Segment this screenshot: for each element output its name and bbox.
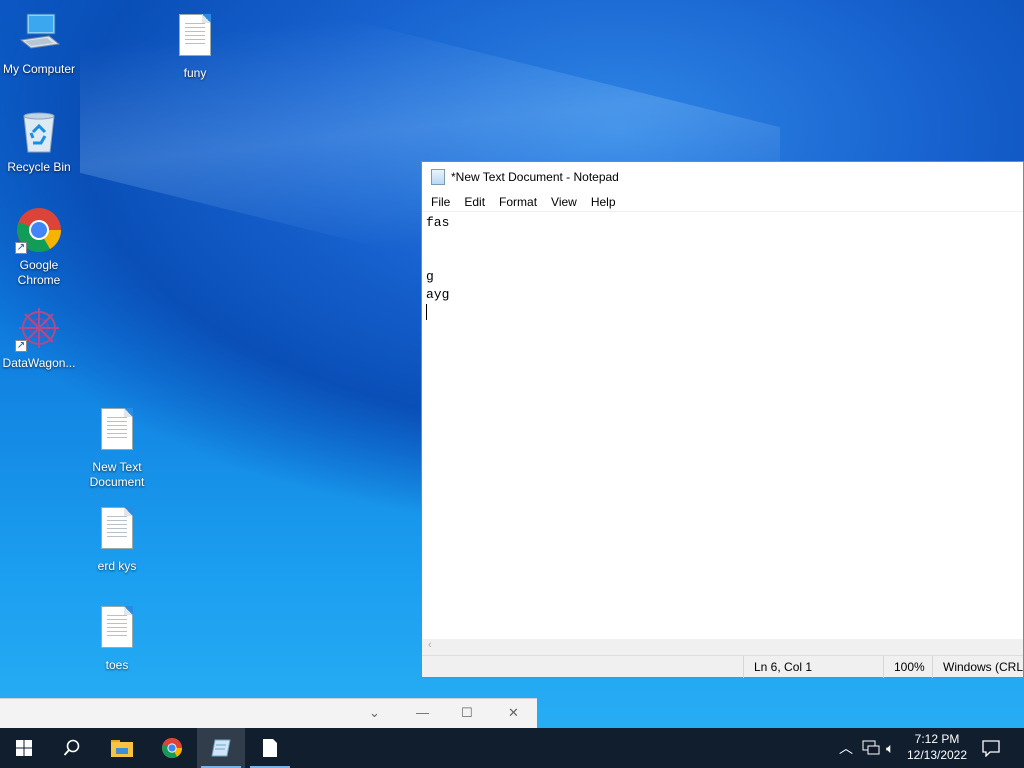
text-line: g	[426, 269, 434, 284]
maximize-icon[interactable]: ☐	[461, 705, 473, 721]
desktop-icon-my-computer[interactable]: My Computer	[0, 10, 78, 77]
desktop-icon-label: funy	[183, 66, 207, 80]
desktop-icon-label: My Computer	[2, 62, 76, 76]
computer-icon	[15, 10, 63, 58]
status-zoom: 100%	[883, 656, 933, 678]
background-window-titlebar[interactable]: ⌄ — ☐ ✕	[0, 698, 537, 728]
desktop-icon-label: erd kys	[97, 559, 137, 573]
start-icon	[16, 740, 32, 756]
volume-icon[interactable]: 🔈︎	[886, 728, 894, 768]
menu-file[interactable]: File	[424, 195, 457, 209]
desktop-icon-datawagon[interactable]: ↗ DataWagon...	[0, 304, 78, 371]
menu-bar: File Edit Format View Help	[422, 192, 1023, 212]
close-icon[interactable]: ✕	[508, 705, 519, 721]
start-button[interactable]	[0, 728, 48, 768]
text-line: fas	[426, 215, 450, 230]
minimize-icon[interactable]: —	[416, 705, 429, 720]
search-button[interactable]	[48, 728, 96, 768]
taskbar-text-document[interactable]	[246, 728, 294, 768]
text-caret	[426, 304, 427, 320]
taskbar-file-explorer[interactable]	[98, 728, 146, 768]
chevron-down-icon[interactable]: ⌄	[369, 705, 380, 721]
scroll-left-icon[interactable]: ‹	[428, 639, 432, 651]
chrome-icon	[161, 737, 183, 759]
menu-edit[interactable]: Edit	[457, 195, 492, 209]
notepad-icon	[211, 739, 231, 757]
notepad-window[interactable]: *New Text Document - Notepad File Edit F…	[421, 161, 1024, 678]
text-line	[426, 250, 1023, 268]
taskbar-chrome[interactable]	[148, 728, 196, 768]
text-line	[426, 232, 1023, 250]
notepad-title-bar[interactable]: *New Text Document - Notepad	[422, 162, 1023, 192]
notepad-icon	[431, 169, 445, 185]
shortcut-arrow-icon: ↗	[15, 340, 27, 352]
clock-time: 7:12 PM	[914, 732, 960, 746]
taskbar: ︿ 🔈︎ 7:12 PM 12/13/2022	[0, 728, 1024, 768]
window-title: *New Text Document - Notepad	[451, 170, 619, 184]
desktop-icon-funy[interactable]: funy	[156, 10, 234, 81]
status-line-ending: Windows (CRLF	[932, 656, 1024, 678]
desktop-icon-label: Google Chrome	[17, 258, 61, 287]
datawagon-icon: ↗	[15, 304, 63, 352]
chrome-icon: ↗	[15, 206, 63, 254]
menu-help[interactable]: Help	[584, 195, 623, 209]
text-cursor-line	[426, 304, 1023, 323]
status-bar: Ln 6, Col 1 100% Windows (CRLF	[422, 655, 1024, 678]
file-explorer-icon	[111, 740, 133, 757]
desktop-icon-recycle-bin[interactable]: Recycle Bin	[0, 108, 78, 175]
taskbar-notepad[interactable]	[197, 728, 245, 768]
desktop-icon-label: Recycle Bin	[7, 160, 71, 174]
text-file-icon	[93, 606, 141, 654]
desktop-icon-toes[interactable]: toes	[78, 602, 156, 673]
clock-date: 12/13/2022	[906, 748, 968, 762]
menu-view[interactable]: View	[544, 195, 584, 209]
search-icon	[63, 739, 80, 756]
text-line: ayg	[426, 287, 450, 302]
text-file-icon	[263, 739, 277, 757]
text-file-icon	[93, 408, 141, 456]
desktop-icon-label: New Text Document	[89, 460, 145, 489]
network-icon[interactable]	[862, 728, 880, 768]
recycle-bin-icon	[15, 108, 63, 156]
desktop-icon-google-chrome[interactable]: ↗ Google Chrome	[0, 206, 78, 288]
text-file-icon	[171, 14, 219, 62]
horizontal-scrollbar[interactable]: ‹	[422, 639, 1023, 655]
menu-format[interactable]: Format	[492, 195, 544, 209]
shortcut-arrow-icon: ↗	[15, 242, 27, 254]
desktop-icon-erd-kys[interactable]: erd kys	[78, 503, 156, 574]
desktop-icon-new-text-document[interactable]: New Text Document	[78, 404, 156, 490]
desktop-icon-label: DataWagon...	[2, 356, 76, 370]
desktop-icon-label: toes	[105, 658, 129, 672]
show-hidden-icons-chevron-icon[interactable]: ︿	[839, 728, 853, 768]
action-center-icon[interactable]	[982, 728, 1000, 768]
text-file-icon	[93, 507, 141, 555]
status-position: Ln 6, Col 1	[743, 656, 883, 678]
text-editor[interactable]: fas g ayg	[426, 214, 1023, 639]
clock[interactable]: 7:12 PM 12/13/2022	[902, 731, 972, 763]
